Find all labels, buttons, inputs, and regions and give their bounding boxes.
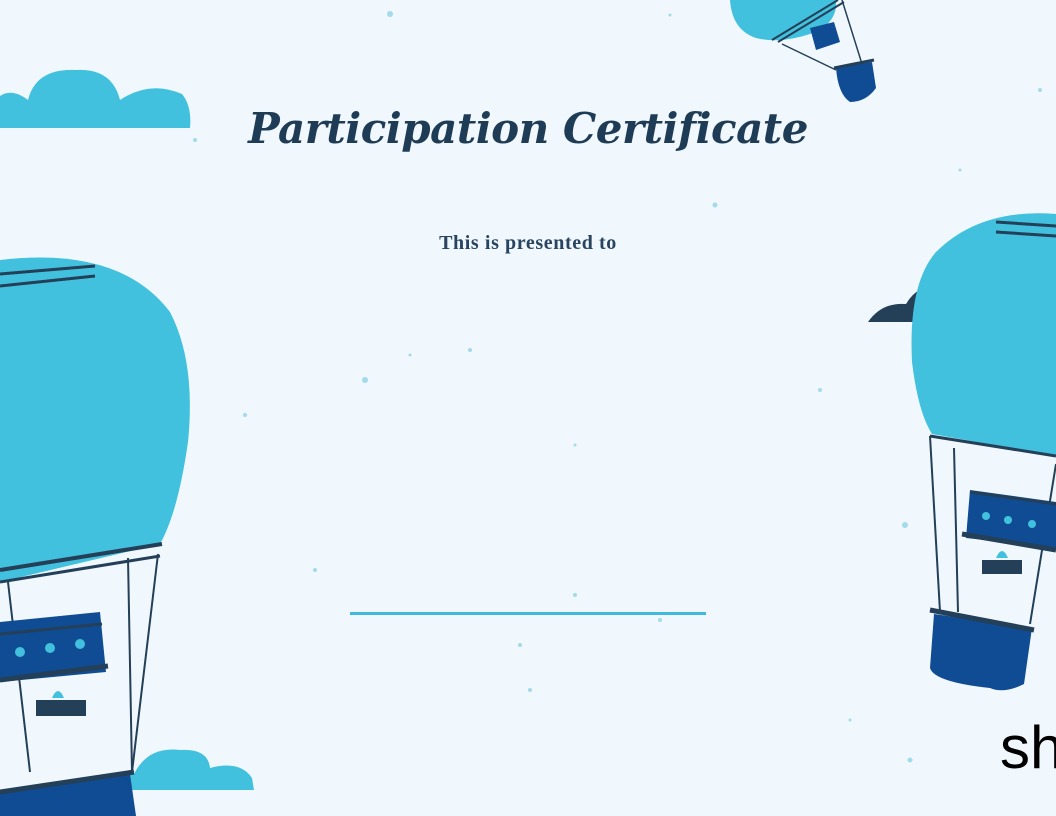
hot-air-balloon-top-right [730,0,876,102]
hot-air-balloon-right [911,213,1056,691]
recipient-name-line [350,612,706,615]
certificate-title: Participation Certificate [248,104,808,153]
certificate-page: Participation Certificate This is presen… [0,0,1056,816]
hot-air-balloon-left [0,257,190,816]
presented-to-text: This is presented to [439,232,617,254]
brand-logo: sh [1000,714,1056,781]
